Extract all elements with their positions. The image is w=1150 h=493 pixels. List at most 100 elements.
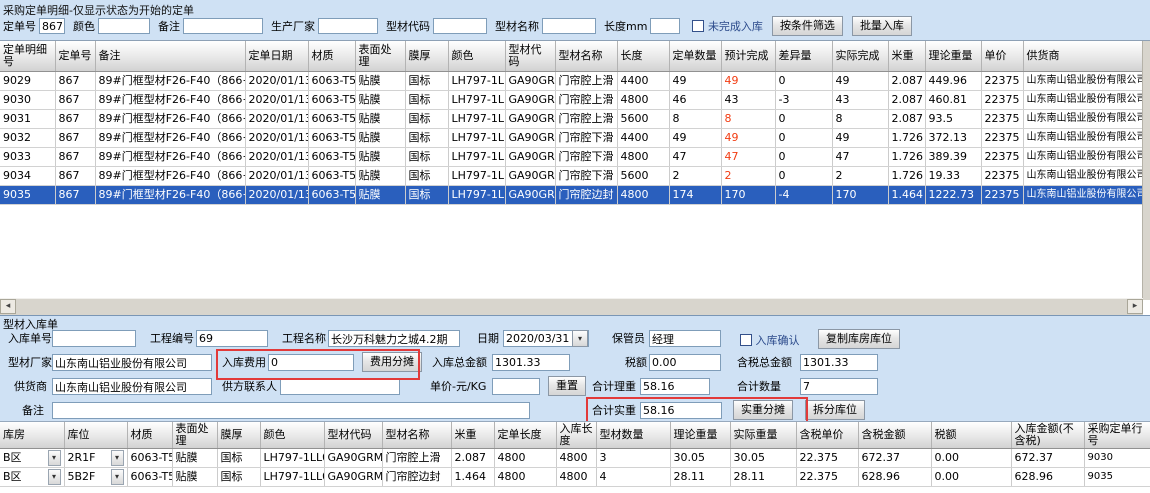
- cell[interactable]: 9035: [0, 186, 55, 205]
- cell[interactable]: 国标: [217, 449, 260, 468]
- cell[interactable]: 47: [669, 148, 721, 167]
- cell[interactable]: 门帘腔边封: [555, 186, 617, 205]
- cell[interactable]: B区▾: [0, 449, 64, 468]
- cell[interactable]: 5600: [617, 167, 669, 186]
- table-row[interactable]: 903086789#门框型材F26-F40（866+867）2020/01/13…: [0, 91, 1143, 110]
- cell[interactable]: 22375: [981, 72, 1023, 91]
- cell[interactable]: 门帘腔下滑: [555, 167, 617, 186]
- column-header[interactable]: 材质: [308, 41, 355, 72]
- cell[interactable]: 8: [669, 110, 721, 129]
- cell[interactable]: 门帘腔上滑: [555, 91, 617, 110]
- cell[interactable]: 46: [669, 91, 721, 110]
- column-header[interactable]: 库房: [0, 422, 64, 449]
- cell[interactable]: 22375: [981, 91, 1023, 110]
- cell[interactable]: 国标: [405, 167, 448, 186]
- cell[interactable]: 0.00: [931, 468, 1011, 487]
- cell[interactable]: 372.13: [925, 129, 981, 148]
- cell[interactable]: 1.726: [888, 148, 925, 167]
- remark-field[interactable]: [52, 402, 530, 419]
- cell[interactable]: 30.05: [730, 449, 796, 468]
- cell[interactable]: 2: [832, 167, 888, 186]
- cell[interactable]: 2020/01/13: [245, 72, 308, 91]
- cell[interactable]: 9031: [0, 110, 55, 129]
- cell[interactable]: 4400: [617, 72, 669, 91]
- cell[interactable]: 2020/01/13: [245, 91, 308, 110]
- cell[interactable]: 门帘腔上滑: [382, 449, 451, 468]
- cell[interactable]: 6063-T5: [308, 91, 355, 110]
- cell[interactable]: 4: [596, 468, 670, 487]
- total-qty-field[interactable]: [800, 378, 878, 395]
- cell[interactable]: -3: [775, 91, 832, 110]
- cell[interactable]: 国标: [405, 72, 448, 91]
- checkbox-icon[interactable]: [740, 334, 752, 346]
- cell[interactable]: 89#门框型材F26-F40（866+867）: [95, 72, 245, 91]
- cell[interactable]: 6063-T5: [308, 186, 355, 205]
- inbound-confirm-checkbox[interactable]: 入库确认: [740, 332, 800, 348]
- cell[interactable]: 国标: [405, 186, 448, 205]
- cell[interactable]: 2020/01/13: [245, 148, 308, 167]
- horizontal-scrollbar[interactable]: ◂ ▸: [0, 298, 1143, 315]
- cell[interactable]: 89#门框型材F26-F40（866+867）: [95, 148, 245, 167]
- cell[interactable]: 6063-T5: [308, 72, 355, 91]
- cell[interactable]: 672.37: [858, 449, 931, 468]
- cell[interactable]: GA90GRM03: [505, 72, 555, 91]
- cell[interactable]: 43: [832, 91, 888, 110]
- cell[interactable]: 9030: [0, 91, 55, 110]
- cell[interactable]: 9034: [0, 167, 55, 186]
- cell[interactable]: 2: [669, 167, 721, 186]
- column-header[interactable]: 供货商: [1023, 41, 1143, 72]
- cell[interactable]: 2020/01/13: [245, 129, 308, 148]
- cell[interactable]: 867: [55, 72, 95, 91]
- vertical-scrollbar[interactable]: [1142, 41, 1150, 300]
- cell[interactable]: 4800: [556, 449, 596, 468]
- column-header[interactable]: 米重: [451, 422, 494, 449]
- cell[interactable]: 门帘腔边封: [382, 468, 451, 487]
- cell[interactable]: 国标: [405, 148, 448, 167]
- cell[interactable]: 867: [55, 148, 95, 167]
- cell[interactable]: 449.96: [925, 72, 981, 91]
- cell[interactable]: 国标: [405, 91, 448, 110]
- column-header[interactable]: 膜厚: [217, 422, 260, 449]
- column-header[interactable]: 型材代码: [324, 422, 382, 449]
- cell[interactable]: 9032: [0, 129, 55, 148]
- column-header[interactable]: 表面处理: [355, 41, 405, 72]
- cell[interactable]: 山东南山铝业股份有限公司: [1023, 148, 1143, 167]
- cell[interactable]: LH797-1LL0: [448, 110, 505, 129]
- checkbox-icon[interactable]: [692, 20, 704, 32]
- unit-price-field[interactable]: [492, 378, 540, 395]
- cell[interactable]: LH797-1LL0: [448, 129, 505, 148]
- column-header[interactable]: 入库长度: [556, 422, 596, 449]
- manufacturer-input[interactable]: [318, 18, 378, 34]
- actual-weight-allocate-button[interactable]: 实重分摊: [733, 400, 793, 420]
- cell[interactable]: 4800: [617, 91, 669, 110]
- total-actual-weight-field[interactable]: [640, 402, 722, 419]
- cell[interactable]: 贴膜: [355, 91, 405, 110]
- cell[interactable]: 山东南山铝业股份有限公司: [1023, 72, 1143, 91]
- cell[interactable]: GA90GRM03: [505, 110, 555, 129]
- keeper-field[interactable]: [649, 330, 721, 347]
- cell[interactable]: 49: [721, 129, 775, 148]
- column-header[interactable]: 理论重量: [925, 41, 981, 72]
- column-header[interactable]: 入库金额(不含税): [1011, 422, 1084, 449]
- cell[interactable]: 门帘腔上滑: [555, 72, 617, 91]
- cell[interactable]: 867: [55, 91, 95, 110]
- cell[interactable]: 47: [832, 148, 888, 167]
- cell[interactable]: 贴膜: [355, 72, 405, 91]
- cell[interactable]: 867: [55, 110, 95, 129]
- column-header[interactable]: 理论重量: [670, 422, 730, 449]
- cell[interactable]: 867: [55, 167, 95, 186]
- cell[interactable]: 贴膜: [355, 110, 405, 129]
- cell[interactable]: 山东南山铝业股份有限公司: [1023, 186, 1143, 205]
- cell[interactable]: 9030: [1084, 449, 1150, 468]
- cell[interactable]: 47: [721, 148, 775, 167]
- column-header[interactable]: 实际完成: [832, 41, 888, 72]
- column-header[interactable]: 库位: [64, 422, 127, 449]
- cell[interactable]: 贴膜: [355, 186, 405, 205]
- cell[interactable]: 28.11: [670, 468, 730, 487]
- cell[interactable]: 0: [775, 129, 832, 148]
- cell[interactable]: 4800: [617, 148, 669, 167]
- remark-input[interactable]: [183, 18, 263, 34]
- cell[interactable]: 0: [775, 167, 832, 186]
- calendar-dropdown-icon[interactable]: ▾: [572, 330, 588, 347]
- length-input[interactable]: [650, 18, 680, 34]
